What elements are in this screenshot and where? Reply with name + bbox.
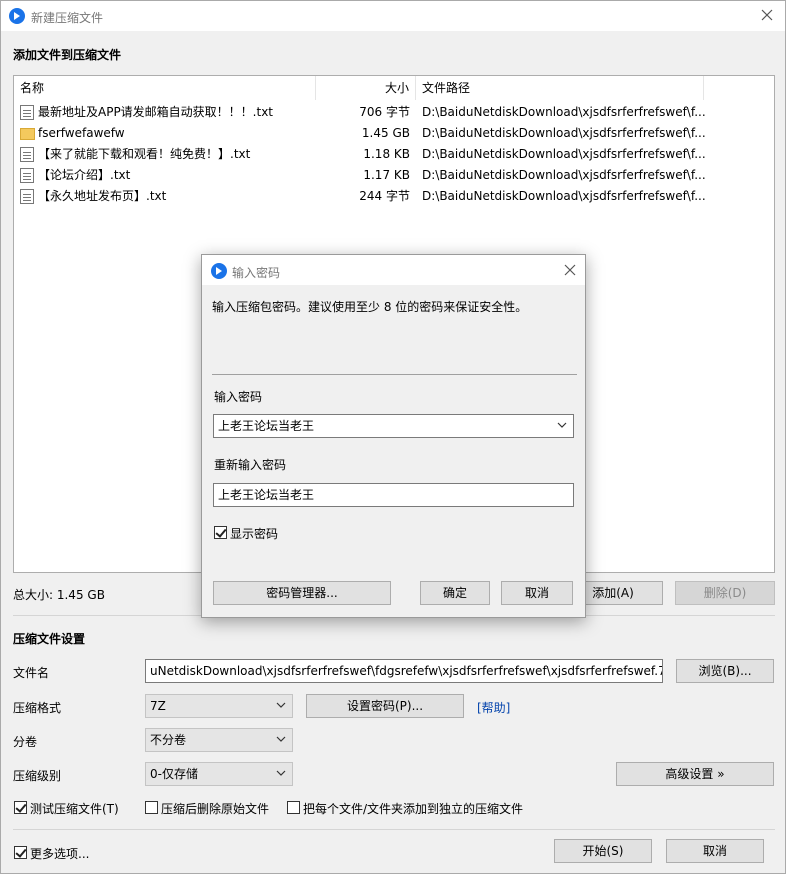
file-size: 706 字节: [359, 105, 410, 119]
divider: [212, 374, 577, 375]
file-size: 1.18 KB: [363, 147, 410, 161]
dialog-description: 输入压缩包密码。建议使用至少 8 位的密码来保证安全性。: [212, 300, 528, 314]
file-path: D:\BaiduNetdiskDownload\xjsdfsrferfrefsw…: [422, 189, 706, 203]
show-password-checkbox[interactable]: [214, 526, 227, 539]
file-size: 1.17 KB: [363, 168, 410, 182]
file-path: D:\BaiduNetdiskDownload\xjsdfsrferfrefsw…: [422, 168, 706, 182]
reenter-password-input[interactable]: 上老王论坛当老王: [213, 483, 574, 507]
file-name: 【论坛介绍】.txt: [38, 168, 131, 182]
app-logo-icon: [9, 8, 25, 24]
delete-after-label: 压缩后删除原始文件: [161, 802, 270, 816]
dialog-cancel-button[interactable]: 取消: [501, 581, 573, 605]
delete-button[interactable]: 删除(D): [675, 581, 775, 605]
show-password-label: 显示密码: [230, 527, 279, 541]
dialog-title-bar: 输入密码: [202, 255, 585, 285]
separate-archives-checkbox[interactable]: [287, 801, 300, 814]
level-select[interactable]: 0-仅存储: [145, 762, 293, 786]
window-title: 新建压缩文件: [31, 11, 104, 25]
more-options-checkbox[interactable]: [14, 846, 27, 859]
file-name: 【永久地址发布页】.txt: [38, 189, 167, 203]
separate-archives-label: 把每个文件/文件夹添加到独立的压缩文件: [303, 802, 524, 816]
file-path: D:\BaiduNetdiskDownload\xjsdfsrferfrefsw…: [422, 126, 706, 140]
level-value: 0-仅存储: [150, 767, 198, 781]
filename-field[interactable]: uNetdiskDownload\xjsdfsrferfrefswef\fdgs…: [145, 659, 663, 683]
text-file-icon: [20, 189, 34, 204]
format-select[interactable]: 7Z: [145, 694, 293, 718]
file-size: 244 字节: [359, 189, 410, 203]
password-input[interactable]: 上老王论坛当老王: [213, 414, 574, 438]
file-name: fserfwefawefw: [38, 126, 125, 140]
app-logo-icon: [211, 263, 227, 279]
password-label: 输入密码: [214, 390, 263, 404]
file-row[interactable]: 【永久地址发布页】.txt 244 字节 D:\BaiduNetdiskDown…: [14, 186, 774, 207]
divider: [13, 829, 775, 830]
file-name: 最新地址及APP请发邮箱自动获取！！！.txt: [38, 105, 274, 119]
ok-button[interactable]: 确定: [420, 581, 490, 605]
password-manager-button[interactable]: 密码管理器...: [213, 581, 391, 605]
more-options-label: 更多选项...: [30, 847, 90, 861]
test-archive-checkbox[interactable]: [14, 801, 27, 814]
title-bar: 新建压缩文件: [1, 1, 785, 31]
file-row[interactable]: 最新地址及APP请发邮箱自动获取！！！.txt 706 字节 D:\BaiduN…: [14, 102, 774, 123]
start-button[interactable]: 开始(S): [554, 839, 652, 863]
column-size[interactable]: 大小: [316, 76, 416, 100]
close-icon[interactable]: [563, 263, 577, 277]
text-file-icon: [20, 168, 34, 183]
settings-heading: 压缩文件设置: [13, 632, 86, 646]
help-link[interactable]: [帮助]: [477, 699, 510, 716]
add-files-heading: 添加文件到压缩文件: [13, 48, 122, 62]
test-archive-label: 测试压缩文件(T): [30, 802, 119, 816]
reenter-label: 重新输入密码: [214, 458, 287, 472]
level-label: 压缩级别: [13, 769, 62, 783]
total-size: 总大小: 1.45 GB: [13, 588, 105, 602]
advanced-settings-button[interactable]: 高级设置 »: [616, 762, 774, 786]
set-password-button[interactable]: 设置密码(P)...: [306, 694, 464, 718]
text-file-icon: [20, 105, 34, 120]
file-list-header: 名称 大小 文件路径: [14, 76, 774, 100]
filename-label: 文件名: [13, 666, 50, 680]
column-name[interactable]: 名称: [14, 76, 316, 100]
file-rows: 最新地址及APP请发邮箱自动获取！！！.txt 706 字节 D:\BaiduN…: [14, 102, 774, 207]
text-file-icon: [20, 147, 34, 162]
dialog-title: 输入密码: [232, 266, 281, 280]
column-path[interactable]: 文件路径: [416, 76, 704, 100]
password-dialog: 输入密码 输入压缩包密码。建议使用至少 8 位的密码来保证安全性。 输入密码 上…: [201, 254, 586, 618]
chevron-down-icon: [276, 770, 286, 776]
folder-icon: [20, 128, 35, 140]
chevron-down-icon: [276, 702, 286, 708]
volume-select[interactable]: 不分卷: [145, 728, 293, 752]
file-path: D:\BaiduNetdiskDownload\xjsdfsrferfrefsw…: [422, 105, 706, 119]
volume-label: 分卷: [13, 735, 38, 749]
close-icon[interactable]: [759, 7, 775, 23]
volume-value: 不分卷: [150, 733, 187, 747]
file-row[interactable]: fserfwefawefw 1.45 GB D:\BaiduNetdiskDow…: [14, 123, 774, 144]
file-name: 【来了就能下载和观看！纯免费！】.txt: [38, 147, 251, 161]
chevron-down-icon[interactable]: [557, 420, 567, 430]
file-path: D:\BaiduNetdiskDownload\xjsdfsrferfrefsw…: [422, 147, 706, 161]
format-label: 压缩格式: [13, 701, 62, 715]
file-row[interactable]: 【来了就能下载和观看！纯免费！】.txt 1.18 KB D:\BaiduNet…: [14, 144, 774, 165]
chevron-down-icon: [276, 736, 286, 742]
file-size: 1.45 GB: [361, 126, 410, 140]
password-value: 上老王论坛当老王: [218, 419, 315, 433]
file-row[interactable]: 【论坛介绍】.txt 1.17 KB D:\BaiduNetdiskDownlo…: [14, 165, 774, 186]
browse-button[interactable]: 浏览(B)...: [676, 659, 774, 683]
cancel-button[interactable]: 取消: [666, 839, 764, 863]
delete-after-checkbox[interactable]: [145, 801, 158, 814]
format-value: 7Z: [150, 699, 166, 713]
